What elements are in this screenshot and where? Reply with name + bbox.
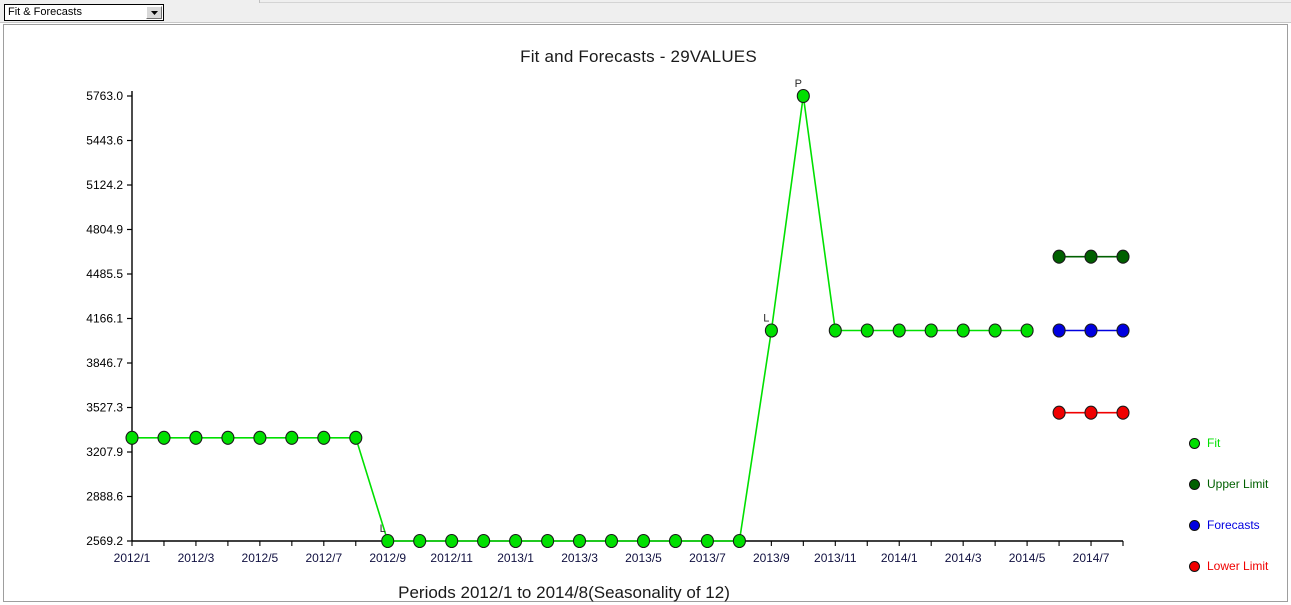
view-select-value: Fit & Forecasts	[8, 6, 82, 18]
data-point	[764, 323, 778, 338]
x-tick-label: 2013/11	[814, 551, 857, 565]
chevron-down-icon[interactable]	[146, 6, 162, 19]
data-point	[1084, 323, 1098, 338]
data-point	[572, 533, 587, 549]
y-tick-label: 4485.5	[86, 267, 123, 281]
data-point	[1084, 405, 1098, 420]
chart-axes	[131, 91, 1123, 542]
data-point	[1116, 249, 1130, 264]
chart-xaxis-caption-text: Periods 2012/1 to 2014/8(Seasonality of …	[398, 583, 730, 602]
data-point	[189, 430, 203, 445]
toolbar-divider-line	[260, 2, 1291, 3]
chart-series-group	[125, 88, 1130, 549]
series-lower-limit	[1052, 405, 1130, 420]
data-point	[1116, 405, 1130, 420]
point-annotation: P	[795, 78, 802, 90]
point-annotation: L	[763, 312, 769, 324]
y-tick-label: 2569.2	[86, 534, 123, 548]
data-point	[956, 323, 970, 338]
toolbar: Fit & Forecasts	[0, 0, 1291, 23]
data-point	[924, 323, 938, 338]
y-tick-label: 5443.6	[86, 134, 123, 148]
legend-marker-icon	[1189, 478, 1200, 490]
legend-label: Forecasts	[1207, 518, 1260, 532]
series-fit	[125, 88, 1034, 549]
data-point	[668, 533, 683, 549]
x-tick-label: 2012/5	[242, 551, 279, 565]
point-annotation: L	[380, 523, 386, 535]
x-tick-label: 2012/11	[430, 551, 473, 565]
x-tick-label: 2014/1	[881, 551, 918, 565]
data-point	[1052, 249, 1066, 264]
chart-panel: Fit and Forecasts - 29VALUES 5763.0 5443.…	[3, 24, 1288, 602]
chart-y-tick-labels: 5763.0 5443.6 5124.2 4804.9 4485.5 4166.1 3846…	[86, 89, 132, 548]
y-tick-label: 5763.0	[86, 89, 123, 103]
legend-marker-icon	[1189, 560, 1200, 572]
data-point	[221, 430, 235, 445]
data-point	[1084, 249, 1098, 264]
x-tick-label: 2012/3	[178, 551, 215, 565]
x-tick-label: 2013/7	[689, 551, 726, 565]
data-point	[732, 533, 746, 549]
x-tick-label: 2012/7	[305, 551, 342, 565]
data-point	[1020, 323, 1034, 338]
data-point	[604, 533, 619, 549]
data-point	[828, 323, 842, 338]
data-point	[892, 323, 906, 338]
x-tick-label: 2013/5	[625, 551, 662, 565]
data-point	[381, 533, 395, 549]
data-point	[317, 430, 331, 445]
legend-item-upper-limit[interactable]: Upper Limit	[1189, 476, 1268, 492]
data-point	[157, 430, 171, 445]
x-tick-label: 2014/3	[945, 551, 982, 565]
x-tick-label: 2012/1	[114, 551, 151, 565]
series-upper-limit	[1052, 249, 1130, 264]
y-tick-label: 3846.7	[86, 356, 123, 370]
x-tick-label: 2013/9	[753, 551, 790, 565]
legend-marker-icon	[1189, 437, 1200, 449]
legend-label: Upper Limit	[1207, 477, 1269, 491]
data-point	[636, 533, 651, 549]
data-point	[253, 430, 267, 445]
data-point	[1052, 323, 1066, 338]
chart-xaxis-caption: Periods 2012/1 to 2014/8(Seasonality of …	[4, 583, 1124, 603]
y-tick-label: 5124.2	[86, 178, 123, 192]
x-tick-label: 2013/1	[497, 551, 534, 565]
chart-plot-area: 5763.0 5443.6 5124.2 4804.9 4485.5 4166.1 3846…	[86, 78, 1130, 565]
data-point	[860, 323, 874, 338]
data-point	[125, 430, 139, 445]
view-select-dropdown[interactable]: Fit & Forecasts	[4, 4, 164, 21]
data-point	[477, 533, 491, 549]
chart-x-tick-labels: 2012/1 2012/3 2012/5 2012/7 2012/9 2012/11 201…	[114, 541, 1124, 565]
y-tick-label: 4804.9	[86, 222, 123, 236]
data-point	[541, 533, 555, 549]
data-point	[509, 533, 523, 549]
legend-item-lower-limit[interactable]: Lower Limit	[1189, 558, 1268, 574]
data-point	[1116, 323, 1130, 338]
data-point	[796, 88, 810, 104]
legend-label: Lower Limit	[1207, 559, 1269, 573]
data-point	[700, 533, 714, 549]
data-point	[988, 323, 1002, 338]
x-tick-label: 2013/3	[561, 551, 598, 565]
y-tick-label: 3207.9	[86, 445, 123, 459]
data-point	[413, 533, 427, 549]
legend-marker-icon	[1189, 519, 1200, 531]
legend-label: Fit	[1207, 436, 1221, 450]
data-point	[445, 533, 459, 549]
series-forecasts	[1052, 323, 1130, 338]
y-tick-label: 2888.6	[86, 489, 123, 503]
data-point	[349, 430, 363, 445]
data-point	[1052, 405, 1066, 420]
x-tick-label: 2014/7	[1073, 551, 1110, 565]
x-tick-label: 2014/5	[1009, 551, 1046, 565]
x-tick-label: 2012/9	[369, 551, 406, 565]
legend-item-forecasts[interactable]: Forecasts	[1189, 517, 1260, 533]
y-tick-label: 3527.3	[86, 401, 123, 415]
legend-item-fit[interactable]: Fit	[1189, 435, 1220, 451]
chart-annotations: L L P	[380, 78, 802, 535]
data-point	[285, 430, 299, 445]
y-tick-label: 4166.1	[86, 312, 123, 326]
